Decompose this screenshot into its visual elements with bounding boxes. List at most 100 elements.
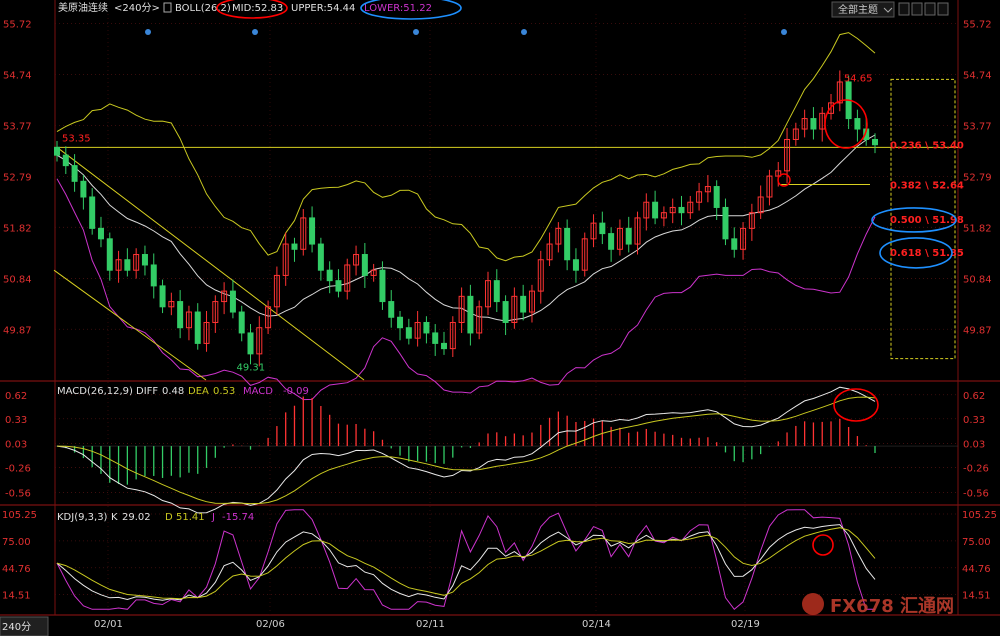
price-axis-label-right: 53.77 (963, 121, 992, 132)
price-axis-label-left: 53.77 (3, 121, 32, 132)
candle-body (872, 138, 878, 146)
candle-body (441, 342, 448, 350)
d-legend-value: 51.41 (176, 512, 205, 523)
candle-body (159, 285, 166, 308)
theme-button-label: 全部主题 (838, 3, 878, 16)
candle-body (652, 201, 659, 219)
macd-title: MACD(26,12,9) (57, 386, 133, 397)
candle-body (238, 311, 245, 334)
macd-axis-label-right: 0.62 (963, 391, 985, 402)
date-axis-label: 02/06 (256, 619, 285, 630)
candle-body (317, 243, 324, 271)
candle-body (405, 327, 412, 339)
candle-body (432, 332, 439, 344)
restore-icon[interactable] (937, 2, 949, 16)
k-legend-name: K (111, 512, 118, 523)
watermark-text: FX678 汇通网 (830, 596, 954, 617)
candle-body (854, 118, 861, 130)
candle-body (194, 311, 201, 344)
candle-body (713, 186, 720, 208)
dea-legend-name: DEA (188, 386, 209, 397)
kdj-axis-label-left: 44.76 (2, 564, 31, 575)
event-marker (521, 29, 527, 35)
j-legend-name: J (211, 512, 215, 523)
date-axis-label: 02/19 (731, 619, 760, 630)
price-axis-label-right: 52.79 (963, 173, 992, 184)
mid-label: MID:52.83 (232, 3, 283, 14)
diff-legend-value: 0.48 (162, 386, 184, 397)
candle-body (520, 295, 527, 313)
macd-axis-label-right: 0.03 (963, 440, 985, 451)
candle-body (423, 321, 430, 334)
date-axis-label: 02/14 (582, 619, 611, 630)
candle-body (678, 206, 685, 214)
macd-legend-name: MACD (243, 386, 273, 397)
kdj-axis-label-right: 75.00 (962, 537, 991, 548)
d-line (56, 527, 876, 600)
candle-body (141, 254, 148, 266)
macd-annotation-circle (833, 388, 879, 422)
candle-body (572, 259, 579, 271)
candle-body (397, 316, 404, 329)
event-marker (252, 29, 258, 35)
lower-label: LOWER:51.22 (364, 3, 432, 14)
settings-box-icon (163, 2, 172, 13)
candle-body (379, 269, 386, 303)
period-label: <240分> (114, 2, 160, 14)
candle-body (608, 233, 615, 250)
period-badge-label: 240分 (2, 621, 31, 633)
d-legend-name: D (165, 512, 173, 523)
candle-body (71, 165, 78, 182)
candle-body (124, 259, 131, 271)
macd-axis-label-left: -0.56 (5, 488, 31, 499)
candle-body (62, 154, 69, 167)
watermark-logo-icon (802, 593, 824, 615)
candle-body (722, 206, 729, 240)
kdj-axis-label-left: 105.25 (2, 510, 37, 521)
j-legend-value: -15.74 (222, 512, 254, 523)
expand-icon[interactable] (898, 2, 910, 16)
low-value-label: 49.31 (237, 363, 266, 374)
price-axis-label-right: 50.84 (963, 275, 992, 286)
candle-body (810, 118, 817, 130)
event-marker (145, 29, 151, 35)
minimize-icon[interactable] (911, 2, 923, 16)
candle-body (97, 227, 104, 240)
price-axis-label-right: 51.82 (963, 223, 992, 234)
macd-axis-label-right: 0.33 (963, 415, 985, 426)
macd-axis-label-right: -0.26 (963, 464, 989, 475)
fib-label: 0.618 \ 51.35 (890, 248, 964, 259)
candle-body (388, 301, 395, 318)
candle-body (247, 332, 254, 355)
kdj-annotation-circle (812, 534, 834, 556)
event-marker (413, 29, 419, 35)
dea-legend-value: 0.53 (213, 386, 235, 397)
price-axis-label-left: 54.74 (3, 71, 32, 82)
macd-axis-label-left: 0.33 (5, 415, 27, 426)
k-legend-value: 29.02 (122, 512, 151, 523)
trend-channel-lower (53, 269, 207, 381)
candle-body (326, 269, 333, 282)
candle-body (625, 227, 632, 245)
candle-body (599, 222, 606, 235)
candle-body (564, 227, 571, 261)
macd-legend-value: -0.09 (283, 386, 309, 397)
price-axis-label-left: 52.79 (3, 173, 32, 184)
candle-body (54, 146, 60, 156)
candle-body (502, 301, 509, 323)
candle-body (309, 217, 316, 245)
kdj-title: KDJ(9,3,3) (57, 512, 108, 523)
start-value-label: 53.35 (62, 133, 91, 144)
high-value-label: 54.65 (844, 73, 873, 84)
candle-body (731, 238, 738, 250)
candle-body (467, 295, 474, 334)
price-axis-label-left: 49.87 (3, 325, 32, 336)
collapse-icon[interactable] (924, 2, 936, 16)
fib-label: 0.236 \ 53.40 (890, 141, 964, 152)
candle-body (291, 243, 298, 250)
macd-axis-label-right: -0.56 (963, 488, 989, 499)
candle-body (106, 238, 113, 271)
price-axis-label-right: 55.72 (963, 19, 992, 30)
chart-root: 55.72 55.72 54.74 54.74 53.77 53.77 52.79 52.79… (0, 0, 1000, 636)
kdj-axis-label-right: 14.51 (962, 591, 991, 602)
